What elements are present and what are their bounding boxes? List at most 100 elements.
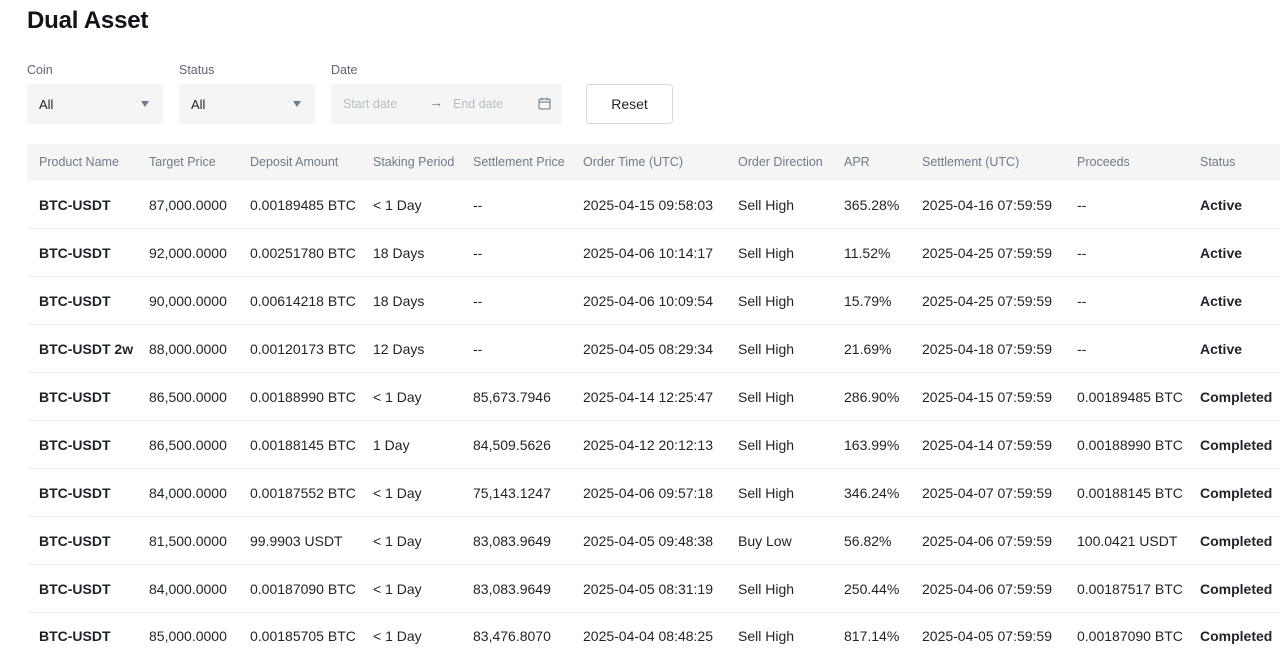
cell-settlement-time: 2025-04-25 07:59:59 bbox=[922, 293, 1052, 309]
cell-product-name: BTC-USDT bbox=[39, 197, 111, 213]
cell-order-time: 2025-04-06 09:57:18 bbox=[583, 485, 713, 501]
cell-status: Active bbox=[1200, 197, 1243, 213]
cell-product-name: BTC-USDT bbox=[39, 628, 111, 644]
cell-product-name: BTC-USDT bbox=[39, 389, 111, 405]
cell-target-price: 86,500.0000 bbox=[149, 437, 227, 453]
cell-order-direction: Buy Low bbox=[738, 533, 792, 549]
arrow-right-icon: → bbox=[429, 94, 443, 110]
cell-deposit-amount: 0.00251780 BTC bbox=[250, 245, 356, 261]
cell-deposit-amount: 0.00120173 BTC bbox=[250, 341, 356, 357]
cell-apr: 11.52% bbox=[844, 245, 891, 261]
cell-apr: 250.44% bbox=[844, 581, 900, 597]
cell-order-time: 2025-04-04 08:48:25 bbox=[583, 628, 713, 644]
table-row: BTC-USDT 92,000.0000 0.00251780 BTC 18 Days… bbox=[27, 229, 1280, 277]
start-date-input[interactable]: Start date bbox=[343, 97, 397, 111]
cell-status: Completed bbox=[1200, 437, 1273, 453]
cell-settlement-time: 2025-04-15 07:59:59 bbox=[922, 389, 1052, 405]
cell-status: Completed bbox=[1200, 485, 1273, 501]
cell-settlement-price: 83,083.9649 bbox=[473, 581, 551, 597]
date-filter-label: Date bbox=[331, 63, 358, 77]
column-header-proceeds: Proceeds bbox=[1077, 155, 1130, 169]
coin-select[interactable]: All bbox=[27, 84, 163, 124]
cell-deposit-amount: 0.00185705 BTC bbox=[250, 628, 356, 644]
cell-settlement-price: 85,673.7946 bbox=[473, 389, 551, 405]
cell-apr: 56.82% bbox=[844, 533, 892, 549]
cell-apr: 346.24% bbox=[844, 485, 900, 501]
table-row: BTC-USDT 86,500.0000 0.00188145 BTC 1 Day 84… bbox=[27, 421, 1280, 469]
cell-proceeds: 0.00188990 BTC bbox=[1077, 437, 1183, 453]
date-range-picker[interactable]: Start date → End date bbox=[331, 84, 562, 124]
cell-product-name: BTC-USDT bbox=[39, 293, 111, 309]
cell-apr: 365.28% bbox=[844, 197, 900, 213]
cell-proceeds: -- bbox=[1077, 293, 1087, 309]
coin-select-value: All bbox=[39, 97, 54, 112]
table-row: BTC-USDT 2w 88,000.0000 0.00120173 BTC 12 D… bbox=[27, 325, 1280, 373]
cell-proceeds: -- bbox=[1077, 197, 1087, 213]
coin-filter-label: Coin bbox=[27, 63, 53, 77]
column-header-order-direction: Order Direction bbox=[738, 155, 823, 169]
cell-proceeds: 0.00188145 BTC bbox=[1077, 485, 1183, 501]
cell-apr: 15.79% bbox=[844, 293, 892, 309]
cell-target-price: 88,000.0000 bbox=[149, 341, 227, 357]
cell-product-name: BTC-USDT bbox=[39, 581, 111, 597]
cell-product-name: BTC-USDT bbox=[39, 533, 111, 549]
table-row: BTC-USDT 85,000.0000 0.00185705 BTC < 1 Day… bbox=[27, 612, 1280, 653]
cell-product-name: BTC-USDT bbox=[39, 437, 111, 453]
column-header-order-time: Order Time (UTC) bbox=[583, 155, 683, 169]
cell-order-time: 2025-04-06 10:14:17 bbox=[583, 245, 713, 261]
cell-order-time: 2025-04-05 09:48:38 bbox=[583, 533, 713, 549]
cell-staking-period: < 1 Day bbox=[373, 581, 422, 597]
cell-staking-period: < 1 Day bbox=[373, 533, 422, 549]
cell-product-name: BTC-USDT bbox=[39, 245, 111, 261]
table-row: BTC-USDT 81,500.0000 99.9903 USDT < 1 Day 83… bbox=[27, 517, 1280, 565]
cell-order-direction: Sell High bbox=[738, 197, 795, 213]
cell-order-time: 2025-04-06 10:09:54 bbox=[583, 293, 713, 309]
cell-apr: 817.14% bbox=[844, 628, 900, 644]
column-header-settlement-time: Settlement (UTC) bbox=[922, 155, 1020, 169]
column-header-deposit-amount: Deposit Amount bbox=[250, 155, 339, 169]
calendar-icon[interactable] bbox=[538, 97, 551, 110]
cell-proceeds: 0.00187090 BTC bbox=[1077, 628, 1183, 644]
cell-staking-period: < 1 Day bbox=[373, 197, 422, 213]
cell-status: Completed bbox=[1200, 533, 1273, 549]
column-header-staking-period: Staking Period bbox=[373, 155, 455, 169]
cell-deposit-amount: 0.00188990 BTC bbox=[250, 389, 356, 405]
cell-proceeds: -- bbox=[1077, 341, 1087, 357]
cell-settlement-time: 2025-04-16 07:59:59 bbox=[922, 197, 1052, 213]
cell-staking-period: 1 Day bbox=[373, 437, 410, 453]
cell-order-direction: Sell High bbox=[738, 485, 795, 501]
cell-deposit-amount: 0.00187090 BTC bbox=[250, 581, 356, 597]
cell-status: Completed bbox=[1200, 581, 1273, 597]
end-date-input[interactable]: End date bbox=[453, 97, 503, 111]
cell-order-time: 2025-04-15 09:58:03 bbox=[583, 197, 713, 213]
column-header-product-name: Product Name bbox=[39, 155, 119, 169]
caret-down-icon bbox=[141, 101, 149, 107]
cell-order-direction: Sell High bbox=[738, 628, 795, 644]
cell-order-direction: Sell High bbox=[738, 341, 795, 357]
status-select-value: All bbox=[191, 97, 206, 112]
cell-apr: 21.69% bbox=[844, 341, 892, 357]
cell-target-price: 90,000.0000 bbox=[149, 293, 227, 309]
cell-status: Active bbox=[1200, 245, 1243, 261]
cell-settlement-price: 83,476.8070 bbox=[473, 628, 551, 644]
cell-deposit-amount: 0.00189485 BTC bbox=[250, 197, 356, 213]
cell-target-price: 84,000.0000 bbox=[149, 581, 227, 597]
cell-order-time: 2025-04-05 08:29:34 bbox=[583, 341, 713, 357]
status-select[interactable]: All bbox=[179, 84, 315, 124]
cell-order-time: 2025-04-12 20:12:13 bbox=[583, 437, 713, 453]
caret-down-icon bbox=[293, 101, 301, 107]
cell-order-direction: Sell High bbox=[738, 245, 795, 261]
cell-apr: 286.90% bbox=[844, 389, 900, 405]
cell-order-direction: Sell High bbox=[738, 389, 795, 405]
cell-settlement-price: -- bbox=[473, 245, 483, 261]
cell-staking-period: < 1 Day bbox=[373, 628, 422, 644]
cell-settlement-time: 2025-04-07 07:59:59 bbox=[922, 485, 1052, 501]
cell-proceeds: 100.0421 USDT bbox=[1077, 533, 1178, 549]
reset-button[interactable]: Reset bbox=[586, 84, 673, 124]
cell-staking-period: 18 Days bbox=[373, 293, 425, 309]
cell-status: Active bbox=[1200, 293, 1243, 309]
cell-status: Completed bbox=[1200, 628, 1273, 644]
cell-proceeds: 0.00187517 BTC bbox=[1077, 581, 1183, 597]
page-title: Dual Asset bbox=[27, 7, 149, 34]
cell-target-price: 86,500.0000 bbox=[149, 389, 227, 405]
